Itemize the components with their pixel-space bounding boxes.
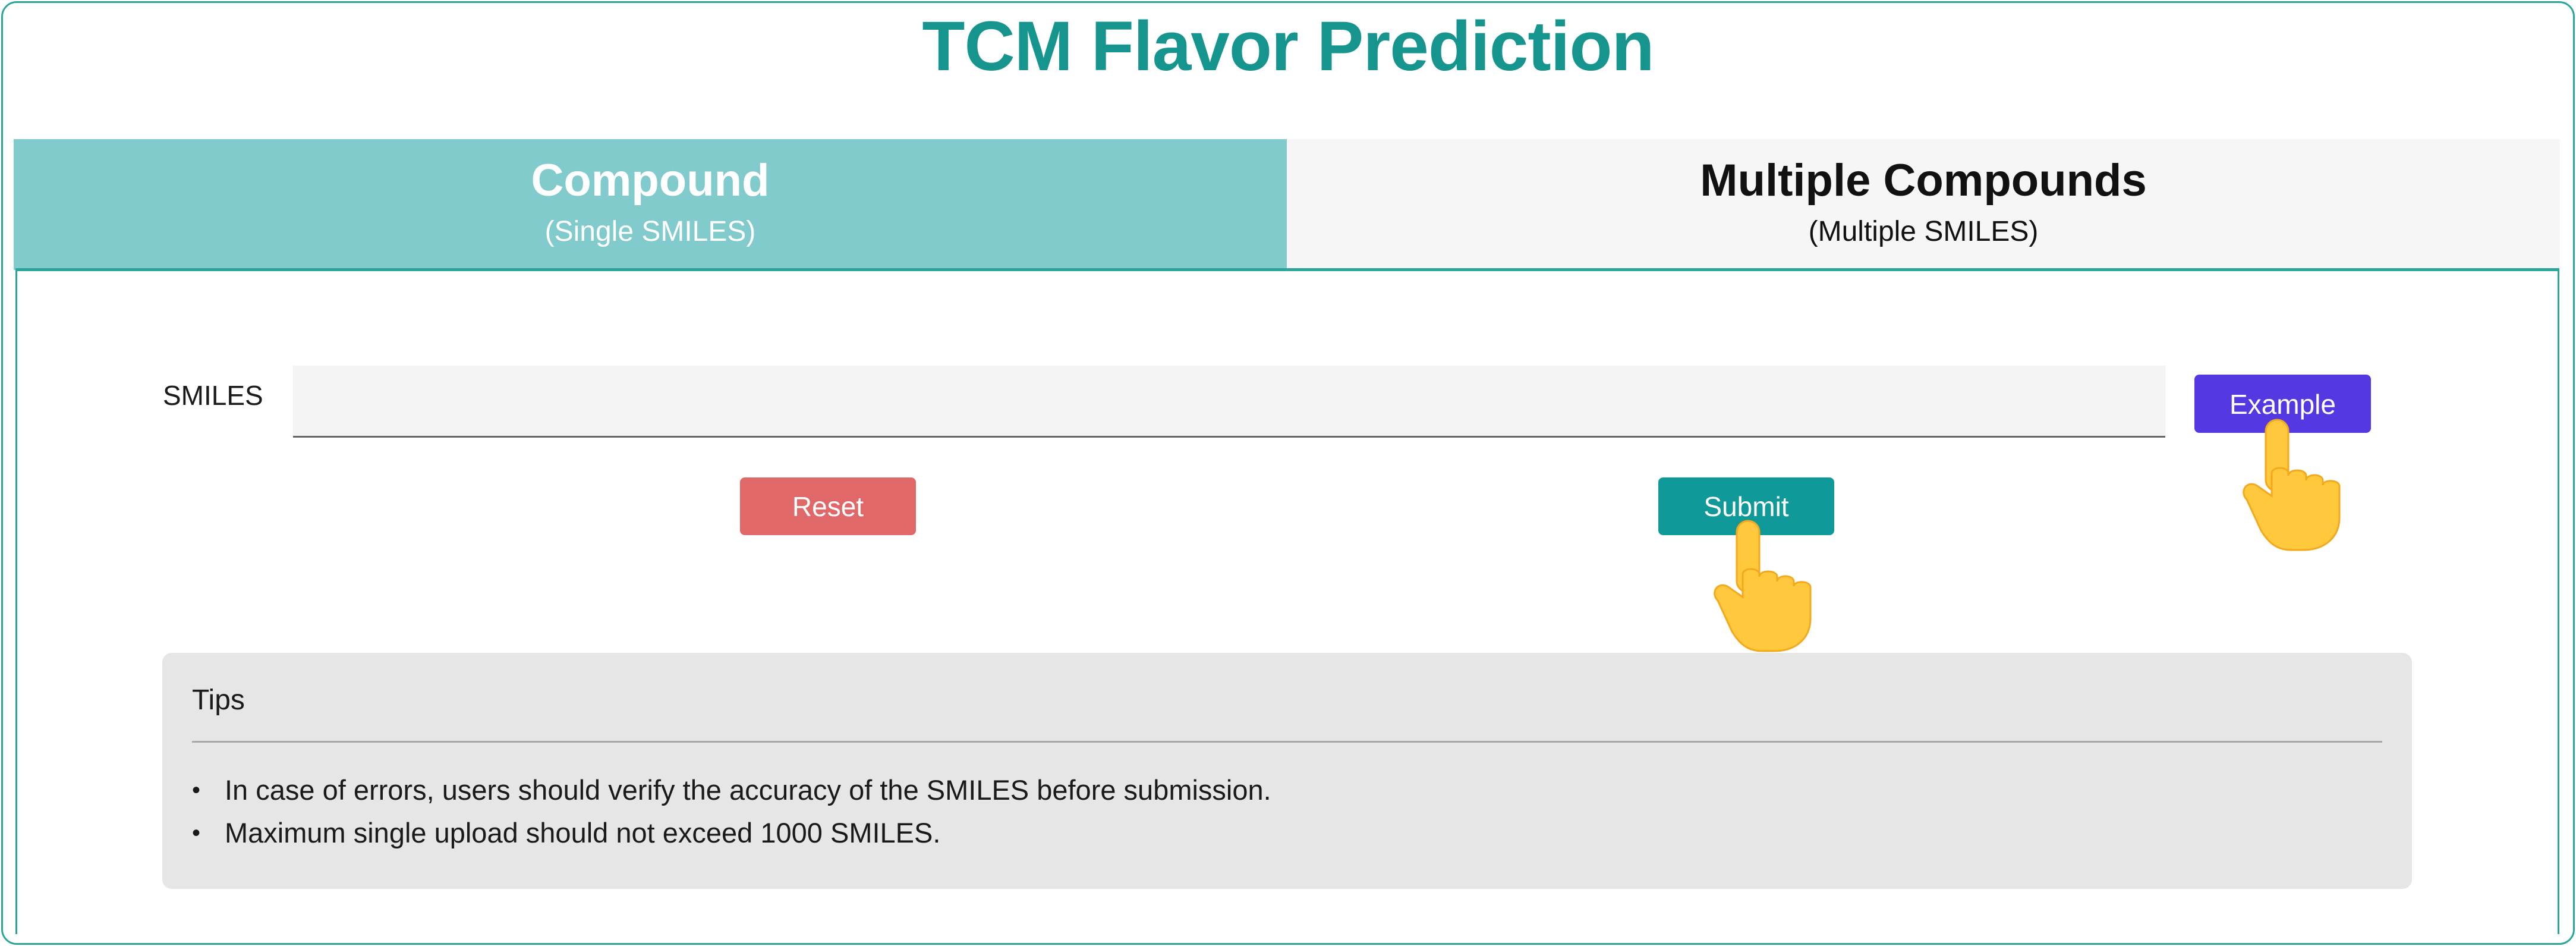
tips-list: In case of errors, users should verify t… (192, 769, 1271, 854)
reset-button[interactable]: Reset (740, 477, 916, 535)
smiles-label: SMILES (163, 380, 263, 411)
tab-title: Compound (531, 155, 770, 206)
pointing-hand-icon (1714, 520, 1812, 652)
pointing-hand-icon (2243, 419, 2341, 551)
tab-multiple-smiles[interactable]: Multiple Compounds (Multiple SMILES) (1287, 139, 2560, 270)
tab-title: Multiple Compounds (1700, 155, 2147, 206)
tab-subtitle: (Multiple SMILES) (1808, 216, 2039, 247)
tips-divider (192, 741, 2382, 743)
tips-panel: Tips In case of errors, users should ver… (162, 653, 2412, 889)
smiles-input[interactable] (293, 366, 2165, 438)
tips-title: Tips (192, 684, 245, 716)
tips-item: Maximum single upload should not exceed … (192, 812, 1271, 854)
tab-subtitle: (Single SMILES) (544, 216, 756, 247)
tab-single-smiles[interactable]: Compound (Single SMILES) (14, 139, 1287, 270)
tips-item: In case of errors, users should verify t… (192, 769, 1271, 812)
page-title: TCM Flavor Prediction (922, 7, 1654, 86)
